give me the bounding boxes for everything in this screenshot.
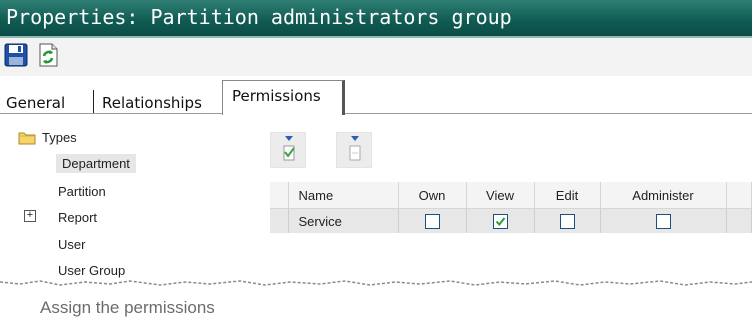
save-button[interactable] bbox=[2, 43, 30, 71]
tree-root-types[interactable]: Types bbox=[18, 130, 77, 145]
tab-relationships[interactable]: Relationships bbox=[95, 90, 215, 114]
cell-edit bbox=[534, 208, 601, 233]
window-title: Properties: Partition administrators gro… bbox=[6, 5, 512, 29]
toolbar bbox=[0, 38, 752, 77]
clear-all-button[interactable] bbox=[336, 132, 372, 168]
types-tree: Types Department Partition + Report User… bbox=[0, 116, 266, 288]
select-all-icon bbox=[279, 134, 299, 172]
tree-item-department[interactable]: Department bbox=[56, 154, 136, 173]
row-selector-header bbox=[270, 182, 289, 209]
folder-icon bbox=[18, 131, 36, 145]
figure-caption: Assign the permissions bbox=[40, 298, 215, 317]
torn-edge bbox=[0, 280, 752, 288]
title-bar: Properties: Partition administrators gro… bbox=[0, 0, 752, 38]
table-header: Name Own View Edit Administer bbox=[270, 182, 752, 209]
col-header-view[interactable]: View bbox=[466, 182, 535, 209]
tab-permissions[interactable]: Permissions bbox=[222, 80, 345, 115]
table-row: Service bbox=[270, 208, 752, 233]
tab-strip: General Relationships Permissions bbox=[0, 76, 752, 115]
own-checkbox[interactable] bbox=[424, 214, 440, 230]
save-icon bbox=[4, 43, 28, 71]
tree-item-user[interactable]: User bbox=[58, 237, 85, 252]
col-header-name[interactable]: Name bbox=[288, 182, 399, 209]
tree-root-label: Types bbox=[42, 130, 77, 145]
expand-plus-icon[interactable]: + bbox=[24, 210, 36, 222]
cell-view bbox=[466, 208, 535, 233]
cell-own bbox=[398, 208, 467, 233]
administer-checkbox[interactable] bbox=[655, 214, 671, 230]
refresh-button[interactable] bbox=[34, 43, 62, 71]
select-all-button[interactable] bbox=[270, 132, 306, 168]
permissions-table: Name Own View Edit Administer Service bbox=[270, 182, 752, 233]
permissions-panel: Name Own View Edit Administer Service bbox=[268, 116, 752, 288]
tab-baseline bbox=[0, 113, 752, 114]
view-checkbox[interactable] bbox=[492, 214, 508, 230]
cell-administer bbox=[600, 208, 727, 233]
col-header-own[interactable]: Own bbox=[398, 182, 467, 209]
checkmark-icon bbox=[495, 217, 505, 227]
cell-name: Service bbox=[288, 208, 399, 233]
col-header-edit[interactable]: Edit bbox=[534, 182, 601, 209]
col-header-extra bbox=[726, 182, 752, 209]
edit-checkbox[interactable] bbox=[559, 214, 575, 230]
col-header-administer[interactable]: Administer bbox=[600, 182, 727, 209]
clear-all-icon bbox=[345, 134, 365, 172]
tree-item-partition[interactable]: Partition bbox=[58, 184, 106, 199]
cell-extra bbox=[726, 208, 752, 233]
refresh-icon bbox=[36, 43, 60, 71]
tree-item-report[interactable]: Report bbox=[58, 210, 97, 225]
row-selector[interactable] bbox=[270, 208, 289, 233]
tab-general[interactable]: General bbox=[0, 90, 94, 114]
properties-window: Properties: Partition administrators gro… bbox=[0, 0, 752, 288]
